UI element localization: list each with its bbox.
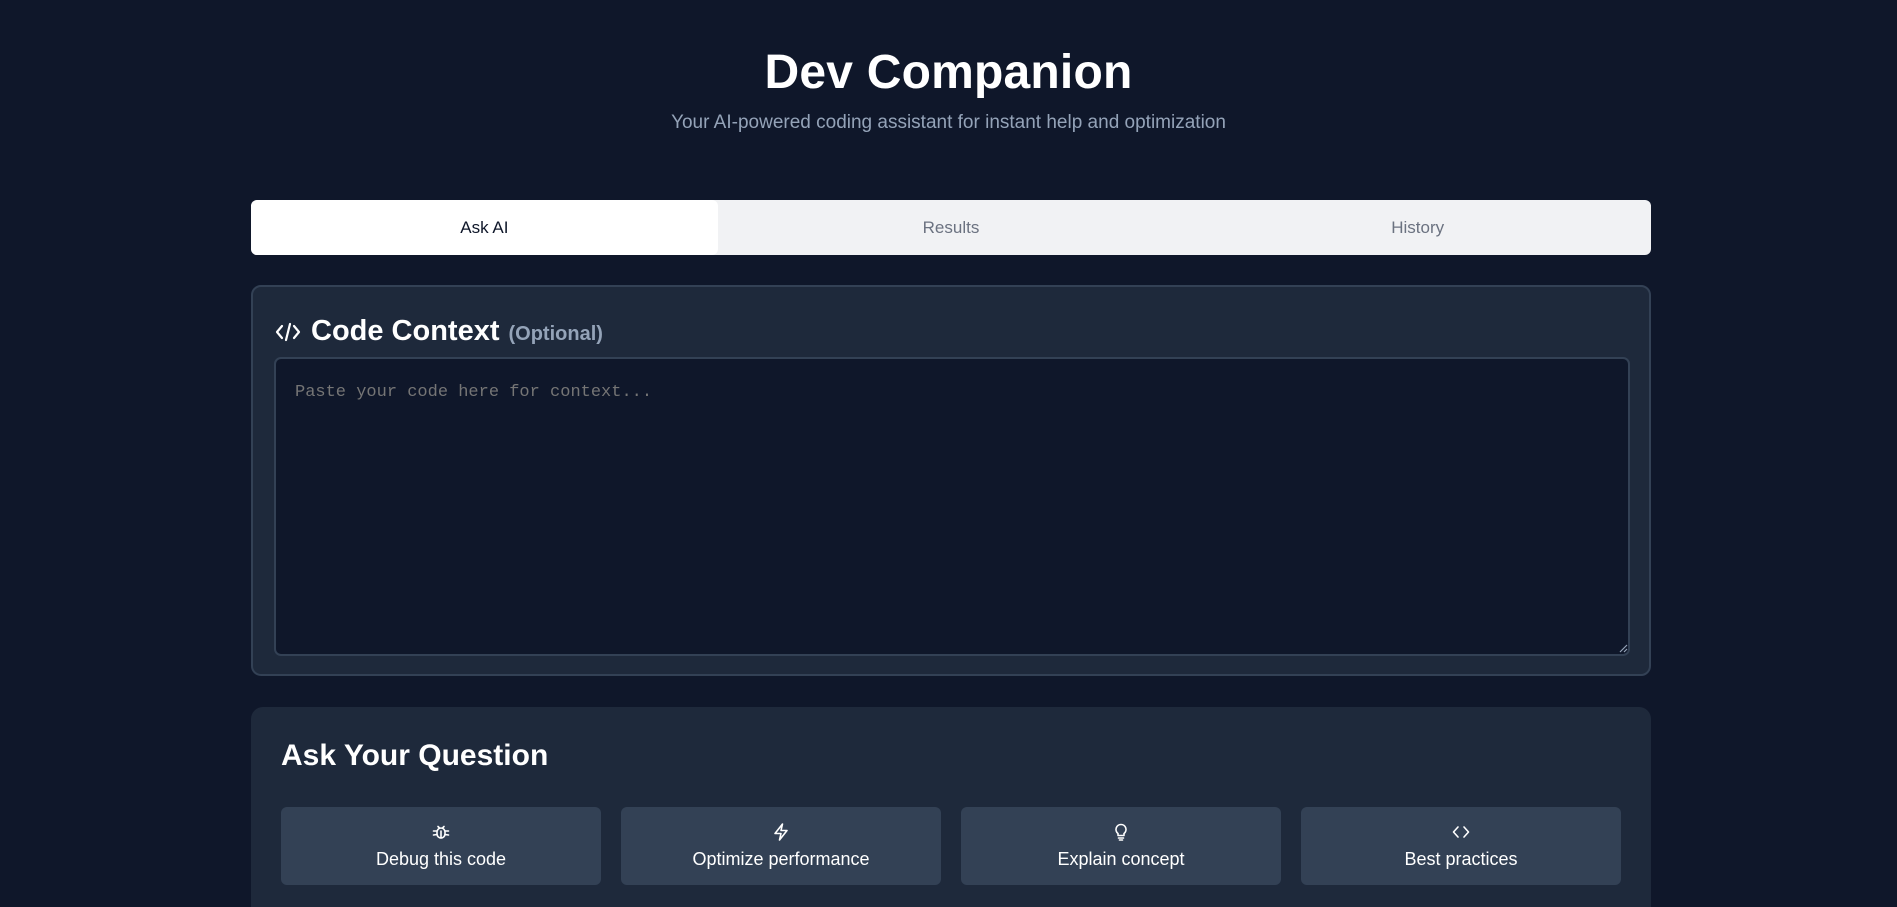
tab-results[interactable]: Results — [718, 200, 1185, 255]
code-context-header: Code Context (Optional) — [275, 315, 603, 348]
quick-action-label: Explain concept — [1057, 849, 1185, 869]
best-practices-button[interactable]: Best practices — [1301, 807, 1621, 885]
optional-label: (Optional) — [508, 323, 603, 345]
code-context-title: Code Context — [311, 315, 500, 347]
code-context-input[interactable] — [274, 357, 1630, 656]
code-icon — [275, 322, 301, 341]
page-subtitle: Your AI-powered coding assistant for ins… — [671, 112, 1226, 133]
page-header: Dev Companion Your AI-powered coding ass… — [0, 44, 1897, 136]
optimize-performance-button[interactable]: Optimize performance — [621, 807, 941, 885]
explain-concept-button[interactable]: Explain concept — [961, 807, 1281, 885]
resize-handle-icon[interactable] — [1619, 644, 1628, 653]
quick-actions: Debug this code Optimize performance Exp… — [281, 807, 1621, 885]
page-title: Dev Companion — [764, 46, 1133, 99]
tab-history[interactable]: History — [1184, 200, 1651, 255]
quick-action-label: Best practices — [1404, 849, 1518, 869]
debug-code-button[interactable]: Debug this code — [281, 807, 601, 885]
lightbulb-icon — [1115, 823, 1127, 841]
lightning-icon — [774, 823, 788, 841]
ask-question-card: Ask Your Question Debug this code Optimi… — [251, 707, 1651, 907]
app-page: Dev Companion Your AI-powered coding ass… — [0, 0, 1897, 907]
quick-action-label: Debug this code — [375, 849, 507, 869]
tab-bar: Ask AI Results History — [251, 200, 1651, 255]
quick-action-label: Optimize performance — [692, 849, 870, 869]
ask-question-title: Ask Your Question — [281, 739, 549, 772]
bug-icon — [432, 825, 450, 839]
tab-ask-ai[interactable]: Ask AI — [251, 200, 718, 255]
code-context-card: Code Context (Optional) — [251, 285, 1651, 676]
code-brackets-icon — [1452, 826, 1470, 838]
